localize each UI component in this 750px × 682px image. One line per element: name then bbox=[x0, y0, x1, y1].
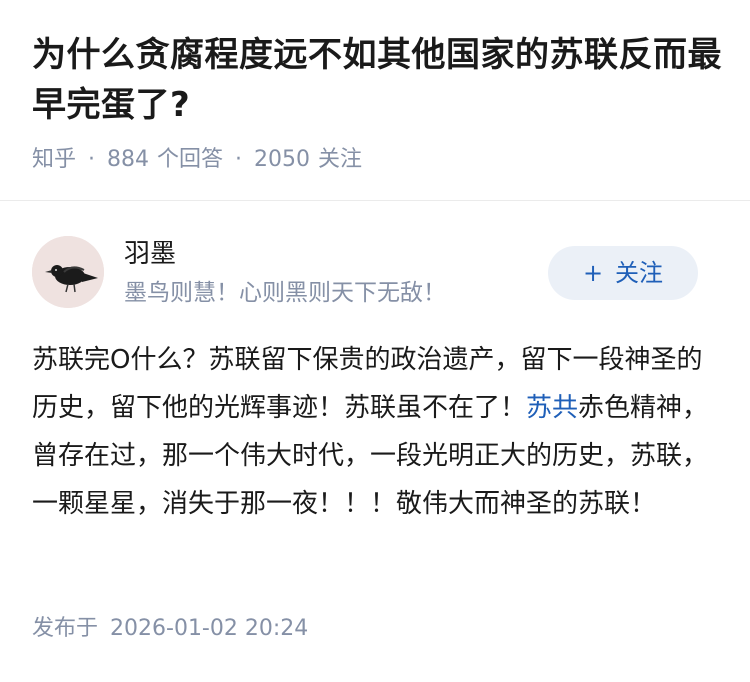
publish-label: 发布于 bbox=[32, 616, 99, 641]
section-divider bbox=[0, 200, 750, 201]
follow-button-label: 关注 bbox=[615, 259, 664, 287]
plus-icon: + bbox=[582, 259, 604, 287]
answer-count-label: 个回答 bbox=[157, 147, 224, 172]
publish-info: 发布于 2026-01-02 20:24 bbox=[32, 612, 308, 646]
answer-content: 苏联完O什么？苏联留下保贵的政治遗产，留下一段神圣的历史，留下他的光辉事迹！苏联… bbox=[32, 336, 722, 528]
crow-avatar-icon bbox=[32, 236, 104, 308]
question-title[interactable]: 为什么贪腐程度远不如其他国家的苏联反而最早完蛋了? bbox=[32, 30, 722, 130]
author-bio: 墨鸟则慧！心则黑则天下无敌！ bbox=[124, 280, 446, 306]
question-header: 为什么贪腐程度远不如其他国家的苏联反而最早完蛋了? bbox=[32, 30, 722, 130]
author-row: 羽墨 墨鸟则慧！心则黑则天下无敌！ + 关注 bbox=[32, 236, 698, 308]
follow-button[interactable]: + 关注 bbox=[548, 246, 698, 300]
topic-link-sugong[interactable]: 苏共 bbox=[526, 393, 578, 423]
answer-count: 884 bbox=[107, 147, 150, 172]
avatar[interactable] bbox=[32, 236, 104, 308]
source-label[interactable]: 知乎 bbox=[32, 143, 76, 177]
meta-separator-dot: · bbox=[235, 147, 243, 172]
follower-count-label: 关注 bbox=[318, 147, 363, 172]
question-meta: 知乎 · 884 个回答 · 2050 关注 bbox=[32, 143, 362, 177]
author-name[interactable]: 羽墨 bbox=[124, 236, 176, 272]
publish-time: 2026-01-02 20:24 bbox=[110, 616, 309, 641]
follower-count: 2050 bbox=[254, 147, 311, 172]
meta-separator-dot: · bbox=[88, 147, 96, 172]
